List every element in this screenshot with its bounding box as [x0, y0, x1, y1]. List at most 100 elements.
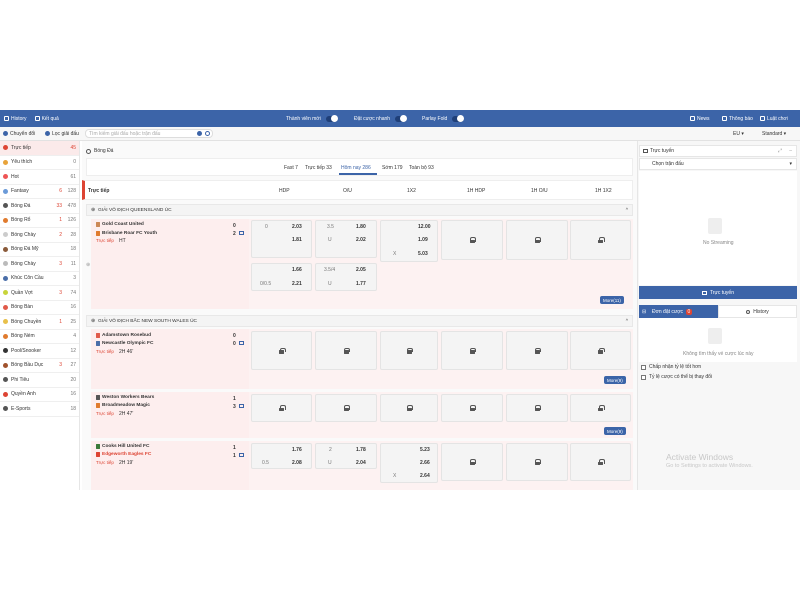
odd-value[interactable]: 2.04 [356, 460, 366, 466]
tab-early[interactable]: Sớm 179 [382, 165, 403, 171]
collapse-icon[interactable]: – [789, 148, 792, 154]
toggle-switch[interactable] [452, 115, 465, 122]
sidebar-item[interactable]: Bóng Chuyền 1 25 [0, 315, 79, 330]
tv-icon[interactable] [239, 341, 244, 345]
league-chevron-icon[interactable]: ^ [626, 319, 628, 324]
live-count: 3 [59, 362, 62, 369]
sidebar-item[interactable]: Bóng Ném 4 [0, 330, 79, 344]
odd-value[interactable]: 2.02 [356, 237, 366, 243]
more-button[interactable]: More(11) [600, 296, 624, 304]
history-link[interactable]: History [4, 116, 27, 122]
sidebar-item[interactable]: Quyền Anh 16 [0, 388, 79, 402]
live-stream-button[interactable]: Trực tuyến [639, 286, 797, 299]
odd-value[interactable]: 1.78 [356, 447, 366, 453]
sidebar-item[interactable]: Bóng Đá Mỹ 18 [0, 243, 79, 257]
locked-cell [380, 394, 438, 422]
sidebar-item[interactable]: Bóng Chày 3 11 [0, 257, 79, 272]
sport-title: Bóng Đá [86, 148, 113, 154]
home-team: Gold Coast United [96, 222, 144, 227]
clear-icon[interactable] [197, 131, 202, 136]
tv-icon[interactable] [239, 404, 244, 408]
tab-history[interactable]: History [718, 305, 797, 318]
parlay-fold-toggle[interactable]: Parlay Fold [422, 115, 465, 122]
odd-value[interactable]: 2.21 [292, 281, 302, 287]
odd-value[interactable]: 2.08 [292, 460, 302, 466]
col-hdp: HDP [279, 188, 290, 194]
tab-fast7[interactable]: Fast 7 [284, 165, 298, 171]
expand-icon[interactable]: ⤢ [778, 148, 782, 154]
news-link[interactable]: News [690, 116, 710, 122]
odd-value[interactable]: 5.23 [420, 447, 430, 453]
sidebar-item[interactable]: Pool/Snooker 12 [0, 344, 79, 359]
sidebar-item[interactable]: Phi Tiêu 20 [0, 373, 79, 388]
odd-value[interactable]: 2.05 [356, 267, 366, 273]
sidebar-item[interactable]: Trực tiếp 45 [0, 141, 79, 156]
tv-icon[interactable] [239, 453, 244, 457]
locked-cell [315, 331, 377, 370]
odd-value[interactable]: 5.03 [418, 251, 428, 257]
locked-cell [441, 443, 503, 481]
sidebar-item[interactable]: Fantasy 6 128 [0, 185, 79, 199]
odd-value[interactable]: 1.09 [418, 237, 428, 243]
sidebar-item-label: Yêu thích [11, 159, 33, 166]
search-icon[interactable] [205, 131, 210, 136]
more-button[interactable]: More(9) [604, 376, 626, 384]
search-input[interactable]: Tìm kiếm giải đấu hoặc trận đấu [85, 129, 213, 138]
match-time: 2H 46' [119, 349, 134, 355]
live-count: 3 [59, 260, 62, 267]
accept-better-odds[interactable]: Chấp nhận tỷ lệ tốt hơn [641, 364, 701, 370]
match-status: Trực tiếp [96, 349, 114, 354]
rules-link[interactable]: Luật chơi [760, 116, 788, 122]
tab-live[interactable]: Trực tiếp 33 [305, 165, 332, 171]
odd-value[interactable]: 2.64 [420, 473, 430, 479]
sidebar-item[interactable]: Khúc Côn Cầu 3 [0, 272, 79, 286]
pin-icon[interactable]: ⊕ [86, 262, 90, 268]
tab-today[interactable]: Hôm nay 286 [341, 165, 371, 171]
sidebar-item[interactable]: Bóng Bầu Dục 3 27 [0, 359, 79, 373]
sidebar-item[interactable]: Bóng Rổ 1 126 [0, 214, 79, 228]
odd-value[interactable]: 1.80 [356, 224, 366, 230]
results-link[interactable]: Kết quả [34, 116, 59, 122]
toggle-switch[interactable] [325, 115, 338, 122]
total-count: 126 [67, 217, 76, 224]
odd-value[interactable]: 1.77 [356, 281, 366, 287]
betslip-count-badge: 0 [686, 308, 692, 315]
filter-button[interactable]: Lọc giải đấu [45, 131, 79, 137]
team-crest-icon [96, 395, 100, 400]
new-member-toggle[interactable]: Thành viên mới [286, 115, 338, 122]
odd-value[interactable]: 12.00 [418, 224, 431, 230]
league-header[interactable]: ⊕ GIẢI VÔ ĐỊCH QUEENSLAND ÚC ^ [86, 204, 633, 216]
sidebar-item[interactable]: Bóng Bàn 16 [0, 301, 79, 315]
odd-value[interactable]: 1.81 [292, 237, 302, 243]
view-select[interactable]: Standard ▾ [762, 131, 786, 137]
more-button[interactable]: More(9) [604, 427, 626, 435]
match-time: HT [119, 238, 126, 244]
odds-may-change[interactable]: Tỷ lệ cược có thể bị thay đổi [641, 374, 712, 380]
lock-icon [343, 405, 350, 411]
sidebar-item[interactable]: Yêu thích 0 [0, 156, 79, 170]
odd-value[interactable]: 2.03 [292, 224, 302, 230]
league-chevron-icon[interactable]: ^ [626, 208, 628, 213]
odd-value[interactable]: 1.66 [292, 267, 302, 273]
currency-select[interactable]: EU ▾ [733, 131, 744, 137]
checkbox[interactable] [641, 374, 646, 380]
tab-all[interactable]: Toàn bộ 93 [409, 165, 434, 171]
switch-button[interactable]: Chuyển đổi [3, 131, 35, 137]
odd-value[interactable]: 1.76 [292, 447, 302, 453]
sidebar-item[interactable]: Quần Vợt 3 74 [0, 286, 79, 301]
sidebar-item-label: Bóng Rổ [11, 217, 31, 224]
quick-bet-toggle[interactable]: Đặt cược nhanh [354, 115, 408, 122]
sidebar-item[interactable]: E-Sports 18 [0, 402, 79, 417]
sidebar-item[interactable]: Bóng Chày 2 28 [0, 228, 79, 243]
league-header[interactable]: ⊕ GIẢI VÔ ĐỊCH BẮC NEW SOUTH WALES ÚC ^ [86, 315, 633, 327]
under-label: U [328, 460, 332, 466]
toggle-switch[interactable] [395, 115, 408, 122]
notifications-link[interactable]: Thông báo [722, 116, 753, 122]
sidebar-item[interactable]: Bóng Đá 33 478 [0, 199, 79, 214]
tab-betslip[interactable]: ⊟ Đơn đặt cược 0 [639, 305, 718, 318]
tv-icon[interactable] [239, 231, 244, 235]
match-select[interactable]: Chọn trận đấu ▾ [639, 158, 797, 170]
checkbox[interactable] [641, 364, 646, 370]
sidebar-item[interactable]: Hot 61 [0, 170, 79, 185]
odd-value[interactable]: 2.66 [420, 460, 430, 466]
